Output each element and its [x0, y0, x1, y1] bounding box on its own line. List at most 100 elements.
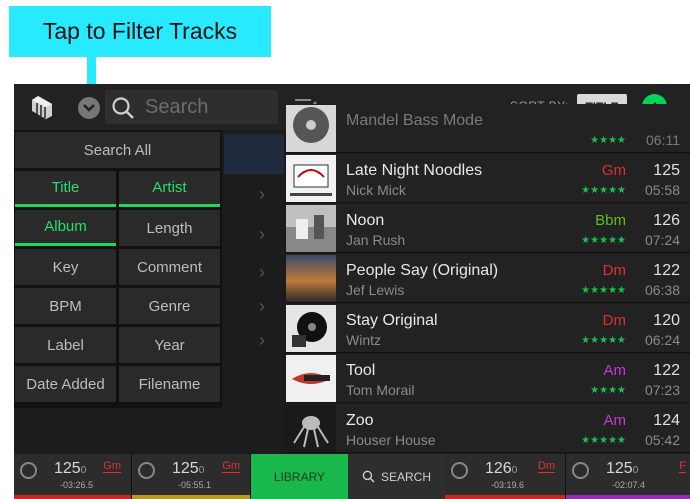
track-length: 05:42 — [644, 432, 680, 448]
track-row[interactable]: Mandel Bass Mode ★★★★ 06:11 — [286, 104, 690, 153]
track-length: 06:24 — [644, 332, 680, 348]
library-button[interactable]: LIBRARY — [251, 454, 348, 499]
filter-year[interactable]: Year — [119, 327, 220, 363]
deck-1-info[interactable]: 1250 -03:26.5 Gm — [14, 454, 132, 499]
track-rating: ★★★★★ — [581, 435, 626, 446]
sync-icon — [20, 462, 37, 479]
track-key: Bbm — [595, 212, 626, 229]
track-row[interactable]: Zoo Houser House Am ★★★★★ 124 05:42 — [286, 404, 690, 453]
deck-2-info[interactable]: 1250 -05:55.1 Gm — [132, 454, 251, 499]
track-title: Late Night Noodles — [346, 162, 483, 179]
track-rating: ★★★★★ — [581, 185, 626, 196]
filter-dropdown-button[interactable] — [78, 97, 100, 119]
device-screen: Search SORT BY: TITLE › › › › › Search A… — [14, 84, 690, 499]
chevron-right-icon[interactable]: › — [259, 296, 265, 317]
chevron-right-icon[interactable]: › — [259, 262, 265, 283]
track-bpm: 120 — [653, 312, 680, 329]
deck-time-remaining: -02:07.4 — [612, 480, 646, 490]
search-input[interactable]: Search — [105, 90, 278, 124]
track-key: Am — [603, 362, 627, 379]
track-artist: Jef Lewis — [346, 282, 405, 298]
track-title: Noon — [346, 212, 385, 229]
track-row[interactable]: People Say (Original) Jef Lewis Dm ★★★★★… — [286, 254, 690, 303]
track-rating: ★★★★ — [590, 135, 626, 146]
track-key: Dm — [602, 312, 626, 329]
track-artist: Jan Rush — [346, 232, 406, 248]
track-rating: ★★★★★ — [581, 335, 626, 346]
track-list: Mandel Bass Mode ★★★★ 06:11 Late Night N… — [286, 104, 690, 454]
track-artist: Tom Morail — [346, 382, 415, 398]
track-row[interactable]: Stay Original Wintz Dm ★★★★★ 120 06:24 — [286, 304, 690, 353]
album-art — [286, 105, 336, 152]
track-bpm: 122 — [653, 262, 680, 279]
track-title: People Say (Original) — [346, 262, 499, 279]
track-row[interactable]: Noon Jan Rush Bbm ★★★★★ 126 07:24 — [286, 204, 690, 253]
deck-color-bar — [445, 495, 565, 499]
track-title: Stay Original — [346, 312, 438, 329]
album-art — [286, 405, 336, 452]
deck-key: Gm — [103, 460, 121, 473]
album-art — [286, 355, 336, 402]
track-length: 06:11 — [646, 132, 680, 148]
track-title: Tool — [346, 362, 376, 379]
search-placeholder: Search — [145, 96, 209, 118]
track-length: 06:38 — [644, 282, 680, 298]
track-length: 07:23 — [644, 382, 680, 398]
deck-color-bar — [14, 495, 131, 499]
track-length: 05:58 — [644, 182, 680, 198]
filter-genre[interactable]: Genre — [119, 288, 220, 324]
search-button-label: SEARCH — [380, 469, 431, 484]
track-key: Dm — [602, 262, 626, 279]
chevron-right-icon[interactable]: › — [259, 224, 265, 245]
chevron-right-icon[interactable]: › — [259, 184, 265, 205]
selected-folder-highlight — [224, 134, 284, 174]
track-rating: ★★★★★ — [581, 235, 626, 246]
track-row[interactable]: Tool Tom Morail Am ★★★★ 122 07:23 — [286, 354, 690, 403]
track-rating: ★★★★★ — [581, 285, 626, 296]
track-bpm: 125 — [653, 162, 680, 179]
filter-filename[interactable]: Filename — [119, 366, 220, 402]
deck-3-info[interactable]: 1260 -03:19.6 Dm — [445, 454, 566, 499]
filter-length[interactable]: Length — [119, 210, 220, 246]
track-bpm: 124 — [653, 412, 680, 429]
deck-bpm: 1260 — [485, 460, 518, 477]
filter-search-all[interactable]: Search All — [15, 132, 220, 168]
library-logo-icon[interactable] — [28, 94, 56, 120]
filter-title[interactable]: Title — [15, 171, 116, 207]
chevron-down-icon — [83, 104, 95, 112]
filter-dropdown-menu: Search All Title Artist Album Length Key… — [14, 130, 222, 408]
deck-time-remaining: -03:19.6 — [491, 480, 525, 490]
filter-comment[interactable]: Comment — [119, 249, 220, 285]
filter-artist[interactable]: Artist — [119, 171, 220, 207]
deck-4-info[interactable]: 1250 -02:07.4 F — [566, 454, 690, 499]
bottom-bar: 1250 -03:26.5 Gm 1250 -05:55.1 Gm LIBRAR… — [14, 454, 690, 499]
callout-label: Tap to Filter Tracks — [9, 6, 271, 57]
album-art — [286, 255, 336, 302]
deck-bpm: 1250 — [172, 460, 205, 477]
filter-key[interactable]: Key — [15, 249, 116, 285]
album-art — [286, 155, 336, 202]
chevron-right-icon[interactable]: › — [259, 330, 265, 351]
search-icon — [362, 470, 375, 483]
track-artist: Nick Mick — [346, 182, 406, 198]
track-key: Gm — [601, 162, 626, 179]
filter-bpm[interactable]: BPM — [15, 288, 116, 324]
track-row[interactable]: Late Night Noodles Nick Mick Gm ★★★★★ 12… — [286, 154, 690, 203]
filter-label[interactable]: Label — [15, 327, 116, 363]
filter-date-added[interactable]: Date Added — [15, 366, 116, 402]
track-artist: Wintz — [346, 332, 381, 348]
filter-album[interactable]: Album — [15, 210, 116, 246]
sync-icon — [451, 462, 468, 479]
track-bpm: 126 — [653, 212, 680, 229]
search-button[interactable]: SEARCH — [348, 454, 445, 499]
search-icon — [112, 97, 134, 119]
deck-key: Gm — [222, 460, 240, 473]
deck-time-remaining: -05:55.1 — [178, 480, 212, 490]
track-length: 07:24 — [644, 232, 680, 248]
track-title: Mandel Bass Mode — [346, 112, 483, 129]
deck-bpm: 1250 — [54, 460, 87, 477]
deck-color-bar — [132, 495, 250, 499]
sync-icon — [572, 462, 589, 479]
deck-key: Dm — [537, 460, 555, 473]
track-title: Zoo — [346, 412, 374, 429]
